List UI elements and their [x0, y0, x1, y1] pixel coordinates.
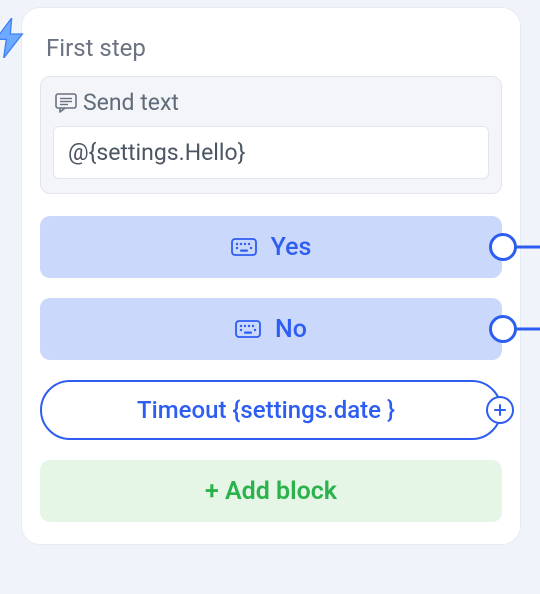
card-title: First step — [46, 34, 502, 62]
add-block-button[interactable]: + Add block — [40, 460, 502, 522]
keyboard-icon — [231, 238, 257, 256]
option-label: Yes — [271, 233, 312, 262]
send-text-label: Send text — [83, 89, 179, 116]
keyboard-icon — [235, 320, 261, 338]
option-yes[interactable]: Yes — [40, 216, 502, 278]
connection-line — [514, 246, 540, 249]
option-row-yes: Yes — [40, 216, 502, 278]
send-text-block[interactable]: Send text @{settings.Hello} — [40, 76, 502, 194]
option-row-no: No — [40, 298, 502, 360]
option-label: No — [275, 315, 307, 344]
chat-icon — [55, 93, 77, 113]
step-card: First step Send text @{settings.Hello} Y… — [22, 8, 520, 544]
connection-line — [514, 328, 540, 331]
add-connection-button[interactable] — [486, 396, 514, 424]
add-block-label: + Add block — [205, 477, 337, 506]
trigger-bolt-icon — [0, 18, 26, 58]
plus-icon — [493, 403, 507, 417]
connection-port-no[interactable] — [489, 315, 517, 343]
timeout-row: Timeout {settings.date } — [40, 380, 502, 440]
connection-port-yes[interactable] — [489, 233, 517, 261]
send-text-input[interactable]: @{settings.Hello} — [53, 126, 489, 179]
timeout-button[interactable]: Timeout {settings.date } — [40, 380, 502, 440]
option-no[interactable]: No — [40, 298, 502, 360]
send-text-header: Send text — [53, 89, 489, 116]
timeout-label: Timeout {settings.date } — [137, 396, 395, 424]
